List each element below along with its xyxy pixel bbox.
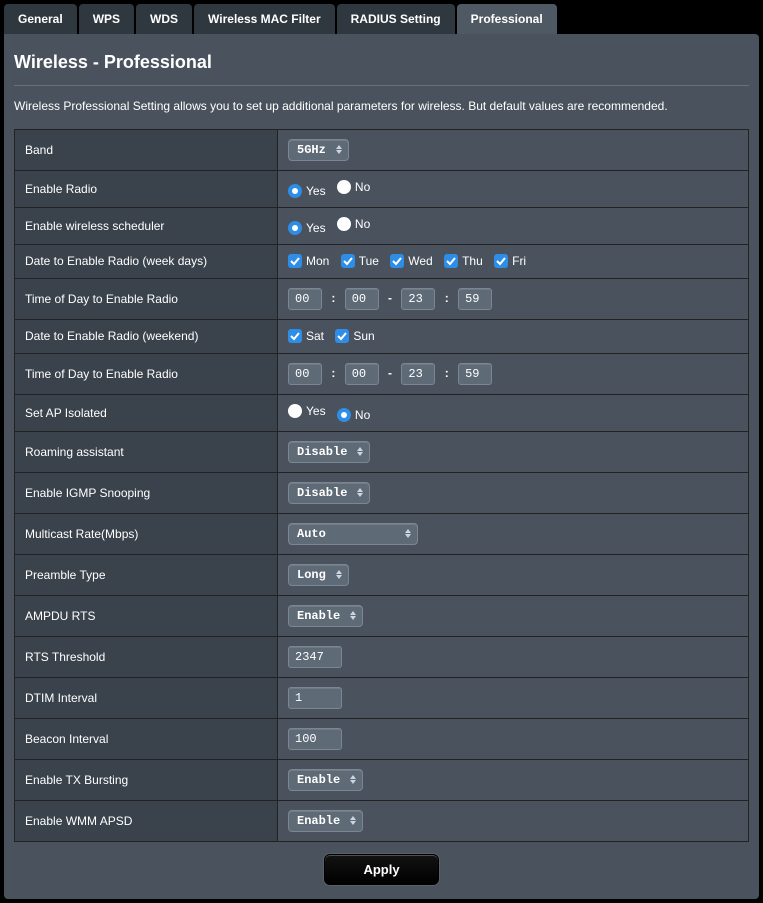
ap-isolated-no[interactable]: No [337,408,370,422]
time-week-end-h[interactable] [401,288,435,310]
enable-scheduler-yes[interactable]: Yes [288,221,326,235]
tab-wps[interactable]: WPS [79,4,134,34]
chevron-updown-icon [336,570,342,579]
time-weekend-end-m[interactable] [458,363,492,385]
tab-bar: General WPS WDS Wireless MAC Filter RADI… [0,0,763,34]
wmm-select-value: Enable [297,814,340,828]
colon: : [331,291,335,305]
check-mon[interactable]: Mon [288,254,329,268]
apply-button[interactable]: Apply [324,854,438,885]
label-ampdu: AMPDU RTS [15,595,278,636]
label-time-weekend: Time of Day to Enable Radio [15,353,278,394]
time-week-start-m[interactable] [345,288,379,310]
enable-scheduler-no[interactable]: No [337,217,370,231]
time-weekend-end-h[interactable] [401,363,435,385]
time-weekend-start-h[interactable] [288,363,322,385]
label-txburst: Enable TX Bursting [15,759,278,800]
tab-general[interactable]: General [4,4,77,34]
label-wmm: Enable WMM APSD [15,800,278,841]
chevron-updown-icon [350,775,356,784]
label-enable-scheduler: Enable wireless scheduler [15,207,278,244]
txburst-select-value: Enable [297,773,340,787]
check-sat[interactable]: Sat [288,329,324,343]
check-wed[interactable]: Wed [390,254,432,268]
colon: : [445,291,449,305]
chevron-updown-icon [350,611,356,620]
label-igmp: Enable IGMP Snooping [15,472,278,513]
label-rts: RTS Threshold [15,636,278,677]
label-dtim: DTIM Interval [15,677,278,718]
ampdu-select-value: Enable [297,609,340,623]
chevron-updown-icon [336,145,342,154]
beacon-input[interactable] [288,728,342,750]
roaming-select[interactable]: Disable [288,441,370,463]
check-sun[interactable]: Sun [335,329,374,343]
wmm-select[interactable]: Enable [288,810,363,832]
ap-isolated-yes[interactable]: Yes [288,404,326,418]
band-select[interactable]: 5GHz [288,139,349,161]
time-week-end-m[interactable] [458,288,492,310]
time-weekend-start-m[interactable] [345,363,379,385]
tab-professional[interactable]: Professional [457,4,557,34]
label-multicast: Multicast Rate(Mbps) [15,513,278,554]
tab-wds[interactable]: WDS [136,4,192,34]
dtim-input[interactable] [288,687,342,709]
chevron-updown-icon [350,816,356,825]
enable-radio-yes[interactable]: Yes [288,184,326,198]
preamble-select-value: Long [297,568,326,582]
igmp-select-value: Disable [297,486,347,500]
enable-radio-no[interactable]: No [337,180,370,194]
txburst-select[interactable]: Enable [288,769,363,791]
label-beacon: Beacon Interval [15,718,278,759]
divider [14,85,749,86]
dash: - [388,366,392,380]
band-select-value: 5GHz [297,143,326,157]
label-time-week: Time of Day to Enable Radio [15,278,278,319]
ampdu-select[interactable]: Enable [288,605,363,627]
colon: : [445,366,449,380]
rts-input[interactable] [288,646,342,668]
label-date-weekend: Date to Enable Radio (weekend) [15,319,278,353]
roaming-select-value: Disable [297,445,347,459]
tab-mac-filter[interactable]: Wireless MAC Filter [194,4,335,34]
label-preamble: Preamble Type [15,554,278,595]
label-date-week: Date to Enable Radio (week days) [15,244,278,278]
settings-panel: Wireless - Professional Wireless Profess… [4,34,759,899]
label-ap-isolated: Set AP Isolated [15,394,278,431]
tab-radius[interactable]: RADIUS Setting [337,4,455,34]
igmp-select[interactable]: Disable [288,482,370,504]
multicast-select-value: Auto [297,527,395,541]
label-roaming: Roaming assistant [15,431,278,472]
chevron-updown-icon [357,488,363,497]
label-enable-radio: Enable Radio [15,170,278,207]
label-band: Band [15,129,278,170]
chevron-updown-icon [405,529,411,538]
check-fri[interactable]: Fri [494,254,526,268]
dash: - [388,291,392,305]
preamble-select[interactable]: Long [288,564,349,586]
apply-container: Apply [14,842,749,885]
page-title: Wireless - Professional [14,46,749,85]
settings-table: Band 5GHz Enable Radio Yes No Enable wir… [14,129,749,842]
colon: : [331,366,335,380]
multicast-select[interactable]: Auto [288,523,418,545]
page-description: Wireless Professional Setting allows you… [14,98,749,115]
check-tue[interactable]: Tue [341,254,379,268]
time-week-start-h[interactable] [288,288,322,310]
check-thu[interactable]: Thu [444,254,483,268]
chevron-updown-icon [357,447,363,456]
